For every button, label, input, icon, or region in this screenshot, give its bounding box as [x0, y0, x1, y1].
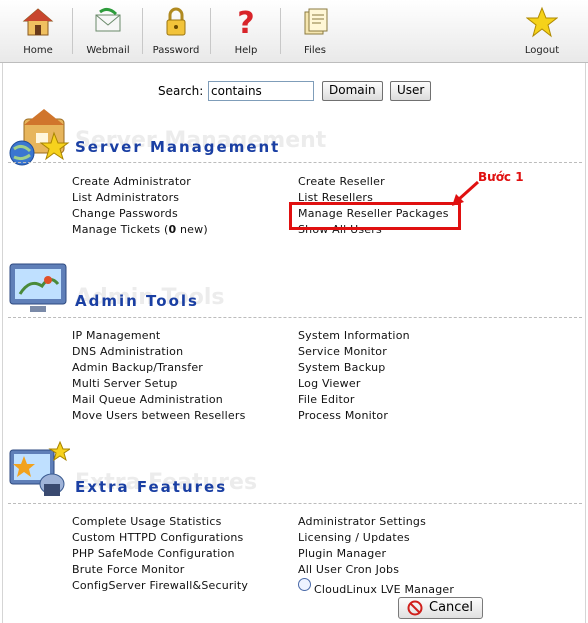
configserver-firewall-link[interactable]: ConfigServer Firewall&Security [72, 579, 248, 592]
mail-queue-administration-link[interactable]: Mail Queue Administration [72, 393, 223, 406]
toolbar-divider [280, 8, 281, 54]
help-button[interactable]: ? Help [218, 0, 274, 60]
svg-text:?: ? [237, 6, 254, 38]
administrator-settings-link[interactable]: Administrator Settings [298, 515, 426, 528]
section-divider [8, 317, 582, 318]
custom-httpd-configurations-link[interactable]: Custom HTTPD Configurations [72, 531, 244, 544]
highlight-box [289, 202, 461, 230]
system-information-link[interactable]: System Information [298, 329, 410, 342]
tickets-suffix: new) [176, 223, 208, 236]
user-button[interactable]: User [390, 81, 432, 101]
star-icon [526, 6, 558, 38]
plugin-manager-link[interactable]: Plugin Manager [298, 547, 386, 560]
admin-tools-heading: Admin Tools [75, 292, 199, 310]
padlock-icon [166, 7, 186, 36]
step-annotation: Bước 1 [478, 170, 524, 184]
section-divider [8, 503, 582, 504]
cloudlinux-icon [298, 578, 311, 591]
cancel-button[interactable]: Cancel [398, 597, 483, 619]
admin-tools-icon [9, 263, 67, 312]
admin-backup-transfer-link[interactable]: Admin Backup/Transfer [72, 361, 203, 374]
move-users-link[interactable]: Move Users between Resellers [72, 409, 246, 422]
cancel-label: Cancel [429, 600, 474, 615]
licensing-updates-link[interactable]: Licensing / Updates [298, 531, 410, 544]
top-toolbar: Home Webmail Password ? Help Files Logou… [0, 0, 588, 63]
extra-features-heading: Extra Features [75, 478, 228, 496]
cloudlinux-lve-manager-link[interactable]: CloudLinux LVE Manager [314, 583, 454, 596]
file-editor-link[interactable]: File Editor [298, 393, 355, 406]
password-button[interactable]: Password [148, 0, 204, 60]
envelope-icon [95, 7, 121, 32]
change-passwords-link[interactable]: Change Passwords [72, 207, 178, 220]
server-management-heading: Server Management [75, 138, 281, 156]
home-button[interactable]: Home [10, 0, 66, 60]
webmail-label: Webmail [86, 45, 130, 56]
ip-management-link[interactable]: IP Management [72, 329, 160, 342]
process-monitor-link[interactable]: Process Monitor [298, 409, 388, 422]
tickets-prefix: Manage Tickets ( [72, 223, 169, 236]
house-icon [22, 8, 54, 36]
create-reseller-link[interactable]: Create Reseller [298, 175, 385, 188]
search-input[interactable] [208, 81, 314, 101]
server-management-icon [9, 109, 70, 166]
multi-server-setup-link[interactable]: Multi Server Setup [72, 377, 178, 390]
php-safemode-configuration-link[interactable]: PHP SafeMode Configuration [72, 547, 235, 560]
password-label: Password [152, 45, 200, 56]
files-icon [304, 8, 328, 35]
toolbar-divider [210, 8, 211, 54]
webmail-button[interactable]: Webmail [78, 0, 138, 60]
question-mark-icon: ? [237, 6, 254, 38]
logout-label: Logout [524, 45, 560, 56]
create-administrator-link[interactable]: Create Administrator [72, 175, 191, 188]
service-monitor-link[interactable]: Service Monitor [298, 345, 387, 358]
dns-administration-link[interactable]: DNS Administration [72, 345, 183, 358]
toolbar-divider [72, 8, 73, 54]
home-label: Home [23, 45, 53, 56]
help-label: Help [234, 45, 258, 56]
files-label: Files [304, 45, 326, 56]
system-backup-link[interactable]: System Backup [298, 361, 385, 374]
logout-button[interactable]: Logout [514, 0, 570, 60]
complete-usage-statistics-link[interactable]: Complete Usage Statistics [72, 515, 222, 528]
files-button[interactable]: Files [287, 0, 343, 60]
annotation-arrow-icon [452, 180, 480, 206]
section-divider [8, 162, 582, 163]
search-label: Search: [158, 84, 204, 98]
list-administrators-link[interactable]: List Administrators [72, 191, 179, 204]
manage-tickets-link[interactable]: Manage Tickets (0 new) [72, 223, 208, 236]
log-viewer-link[interactable]: Log Viewer [298, 377, 361, 390]
all-user-cron-jobs-link[interactable]: All User Cron Jobs [298, 563, 399, 576]
toolbar-divider [142, 8, 143, 54]
extra-features-icon [9, 440, 70, 496]
brute-force-monitor-link[interactable]: Brute Force Monitor [72, 563, 185, 576]
domain-button[interactable]: Domain [322, 81, 383, 101]
